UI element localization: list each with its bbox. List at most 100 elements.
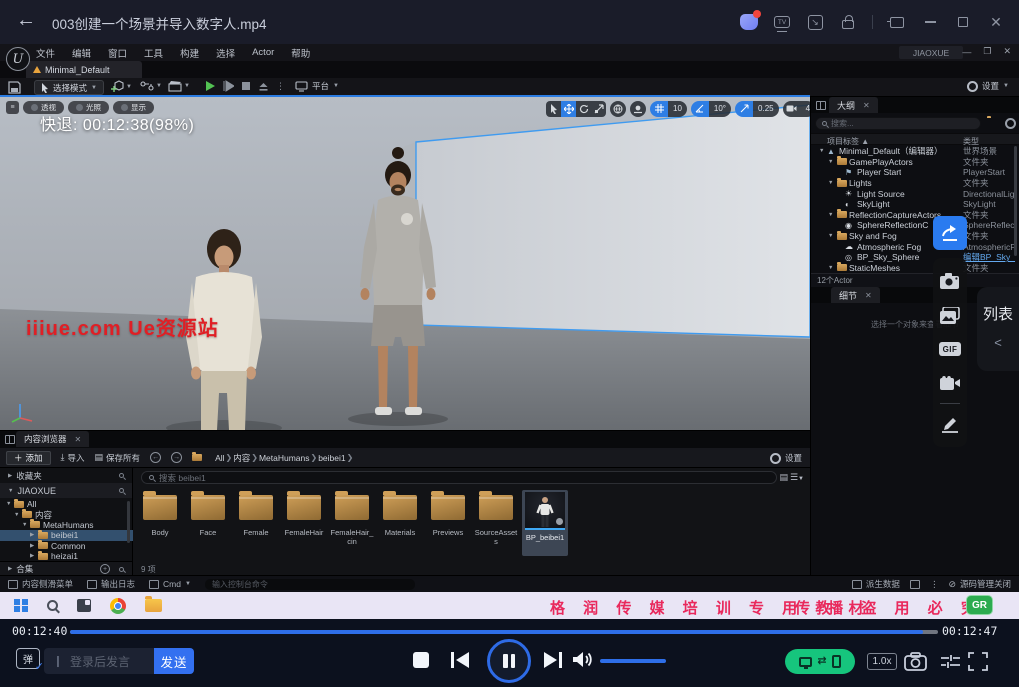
- image-capture-icon[interactable]: [933, 298, 967, 332]
- favorites-row[interactable]: ▶ 收藏夹: [0, 468, 132, 483]
- folder-tile[interactable]: FemaleHair: [280, 490, 328, 556]
- back-icon[interactable]: ←: [16, 9, 36, 32]
- more-options-icon[interactable]: ⋮: [930, 579, 939, 590]
- scale-tool-icon[interactable]: [591, 101, 606, 117]
- menu-item[interactable]: Actor: [252, 47, 274, 58]
- network-icon[interactable]: [910, 580, 920, 589]
- close-icon[interactable]: ✕: [75, 435, 82, 444]
- expander-icon[interactable]: [30, 543, 38, 549]
- folder-tile[interactable]: FemaleHair_cin: [328, 490, 376, 556]
- outliner-row[interactable]: GamePlayActors 文件夹: [811, 157, 1019, 168]
- screenshot-icon[interactable]: [933, 264, 967, 298]
- forward-history-icon[interactable]: →: [171, 452, 182, 463]
- view-options-icon[interactable]: ☰▼: [790, 472, 804, 483]
- sidebar-toggle-icon[interactable]: [816, 101, 826, 110]
- cast-device-button[interactable]: ⇄: [785, 649, 855, 674]
- playlist-drawer-handle[interactable]: 列表 <: [977, 287, 1019, 371]
- chrome-icon[interactable]: [110, 598, 126, 614]
- add-collection-icon[interactable]: +: [100, 564, 110, 574]
- ue-restore-icon[interactable]: ❐: [983, 46, 991, 57]
- cmd-selector[interactable]: Cmd▼: [149, 579, 191, 589]
- outliner-row[interactable]: Light Source DirectionalLig: [811, 188, 1019, 199]
- volume-icon[interactable]: [572, 650, 594, 669]
- breadcrumb-item[interactable]: All: [215, 453, 224, 463]
- project-row[interactable]: ▼ JIAOXUE: [0, 483, 132, 498]
- next-button[interactable]: [543, 651, 563, 669]
- viewport-menu-icon[interactable]: ≡: [6, 101, 19, 114]
- snapshot-button[interactable]: [904, 652, 927, 671]
- folder-tile[interactable]: Face: [184, 490, 232, 556]
- source-control-button[interactable]: ⊘源码管理关闭: [948, 578, 1011, 590]
- breadcrumb-item[interactable]: 内容: [233, 452, 250, 464]
- gif-record-icon[interactable]: GIF: [933, 332, 967, 366]
- more-options-icon[interactable]: ⋮: [276, 81, 285, 92]
- folder-tile[interactable]: Previews: [424, 490, 472, 556]
- menu-item[interactable]: 文件: [36, 46, 55, 60]
- asset-search-input[interactable]: 搜索 beibei1: [141, 471, 777, 484]
- close-button[interactable]: ✕: [987, 13, 1005, 31]
- share-button[interactable]: [933, 216, 967, 250]
- scale-snap-control[interactable]: 0.25: [735, 101, 779, 117]
- outliner-row[interactable]: ReflectionCaptureActors 文件夹: [811, 210, 1019, 221]
- dock-icon[interactable]: [888, 13, 906, 31]
- back-history-icon[interactable]: ←: [150, 452, 161, 463]
- tree-folder-row[interactable]: All: [0, 499, 133, 509]
- expander-icon[interactable]: [828, 180, 836, 186]
- volume-slider[interactable]: [600, 659, 666, 663]
- expander-icon[interactable]: [828, 265, 836, 271]
- platforms-button[interactable]: 平台 ▼: [295, 80, 339, 92]
- create-folder-icon[interactable]: [987, 118, 990, 128]
- select-tool-icon[interactable]: [546, 101, 561, 117]
- level-tab[interactable]: Minimal_Default: [26, 61, 142, 78]
- rotation-snap-control[interactable]: 10°: [691, 101, 731, 117]
- tv-cast-icon[interactable]: TV: [773, 13, 791, 31]
- maximize-button[interactable]: [954, 13, 972, 31]
- tab-content-browser[interactable]: 内容浏览器 ✕: [16, 431, 89, 447]
- select-mode-button[interactable]: 选择模式 ▼: [34, 80, 104, 95]
- breadcrumb-item[interactable]: beibei1: [318, 453, 345, 463]
- outliner-row[interactable]: Lights 文件夹: [811, 178, 1019, 189]
- menu-item[interactable]: 构建: [180, 46, 199, 60]
- expander-icon[interactable]: [30, 532, 38, 538]
- folder-tile[interactable]: Materials: [376, 490, 424, 556]
- game-center-icon[interactable]: [740, 13, 758, 31]
- menu-item[interactable]: 帮助: [291, 46, 310, 60]
- world-space-icon[interactable]: [610, 101, 626, 117]
- expander-icon[interactable]: [828, 212, 836, 218]
- minimize-button[interactable]: [921, 13, 939, 31]
- settings-sliders-button[interactable]: [940, 652, 961, 671]
- expander-icon[interactable]: [22, 522, 30, 528]
- mini-window-icon[interactable]: ↘: [806, 13, 824, 31]
- grid-snap-control[interactable]: 10: [650, 101, 687, 117]
- expander-icon[interactable]: [828, 159, 836, 165]
- blueprints-button[interactable]: ▼: [140, 80, 162, 92]
- expander-icon[interactable]: [14, 512, 22, 518]
- content-browser-settings[interactable]: 设置: [770, 452, 802, 464]
- expander-icon[interactable]: [30, 553, 38, 559]
- tab-details[interactable]: 细节 ✕: [831, 287, 880, 303]
- tree-folder-row[interactable]: heizai1: [0, 551, 133, 561]
- console-input[interactable]: 输入控制台命令: [205, 579, 415, 590]
- stop-icon[interactable]: [241, 81, 251, 91]
- tab-outliner[interactable]: 大纲 ✕: [829, 97, 878, 113]
- taskbar-search-icon[interactable]: [47, 600, 58, 611]
- content-drawer-button[interactable]: 内容侧滑菜单: [8, 578, 73, 590]
- stop-button[interactable]: [413, 652, 429, 668]
- asset-tile-selected[interactable]: BP_beibei1: [522, 490, 568, 556]
- outliner-settings-icon[interactable]: [1005, 118, 1016, 129]
- annotate-pen-icon[interactable]: [933, 407, 967, 441]
- send-button[interactable]: 发送: [154, 648, 194, 674]
- expander-icon[interactable]: [828, 233, 836, 239]
- viewport-settings-button[interactable]: 设置 ▼: [967, 80, 1009, 92]
- surface-snap-icon[interactable]: [630, 101, 646, 117]
- start-button-icon[interactable]: [14, 599, 28, 613]
- playback-speed-button[interactable]: 1.0x: [867, 653, 897, 670]
- search-icon[interactable]: [119, 488, 124, 493]
- add-actor-button[interactable]: ▼: [110, 80, 132, 93]
- ue-close-icon[interactable]: ✕: [1003, 46, 1011, 57]
- save-filter-icon[interactable]: ▤: [779, 472, 788, 483]
- move-tool-icon[interactable]: [561, 101, 576, 117]
- tree-folder-row[interactable]: Common: [0, 541, 133, 551]
- tree-folder-row[interactable]: beibei1: [0, 530, 133, 540]
- folder-tile[interactable]: Female: [232, 490, 280, 556]
